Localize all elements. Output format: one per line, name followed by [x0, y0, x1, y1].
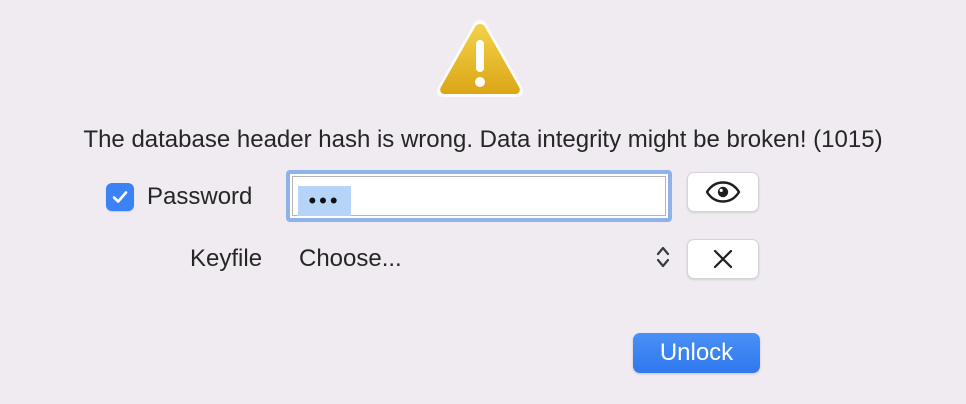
password-checkbox[interactable]: [106, 183, 134, 211]
unlock-button[interactable]: Unlock: [633, 333, 760, 373]
keyfile-label: Keyfile: [190, 245, 263, 272]
updown-chevron-icon: [656, 246, 670, 268]
keyfile-selected-value: Choose...: [299, 245, 402, 272]
password-value: •••: [298, 186, 351, 216]
warning-icon: [436, 20, 524, 97]
close-icon: [713, 249, 733, 269]
clear-keyfile-button[interactable]: [687, 239, 759, 279]
keyfile-select[interactable]: Choose...: [286, 240, 678, 278]
error-message: The database header hash is wrong. Data …: [83, 126, 883, 153]
password-label: Password: [147, 183, 253, 210]
password-field[interactable]: •••: [286, 170, 672, 222]
eye-icon: [705, 181, 741, 203]
checkmark-icon: [112, 191, 128, 203]
toggle-password-visibility-button[interactable]: [687, 172, 759, 212]
